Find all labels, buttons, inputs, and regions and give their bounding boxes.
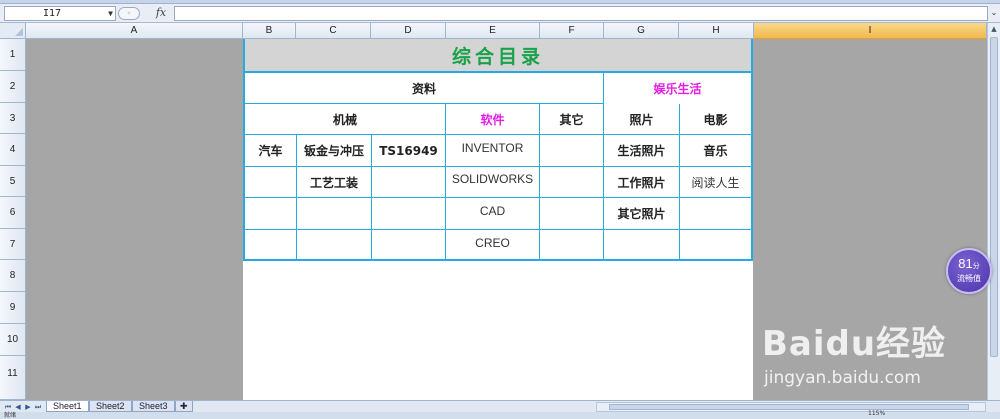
status-bar: 就绪 115% <box>0 410 1000 419</box>
name-box[interactable]: I17 ▼ <box>4 6 116 21</box>
row-header-5[interactable]: 5 <box>0 166 26 197</box>
formula-bar: I17 ▼ ◦ fx ⌄ <box>0 4 1000 23</box>
row-header-6[interactable]: 6 <box>0 197 26 229</box>
group-ziliao: 资料 <box>411 81 436 96</box>
cell-ts16949: TS16949 <box>379 143 438 158</box>
column-header-f[interactable]: F <box>540 23 604 39</box>
row-header-11[interactable]: 11 <box>0 356 26 400</box>
cell-cad: CAD <box>479 203 506 218</box>
cell-gongyi: 工艺工装 <box>309 175 358 190</box>
horizontal-scrollbar[interactable] <box>596 402 986 412</box>
tab-sheet3[interactable]: Sheet3 <box>132 401 175 412</box>
column-header-e[interactable]: E <box>446 23 540 39</box>
column-header-d[interactable]: D <box>371 23 446 39</box>
expand-formula-bar-icon[interactable]: ⌄ <box>989 6 999 21</box>
fluency-score-badge[interactable]: 81分 流畅值 <box>946 248 992 294</box>
formula-input[interactable] <box>174 6 988 21</box>
header-jixie: 机械 <box>332 112 357 127</box>
cell-qita-zhaopian: 其它照片 <box>617 207 666 221</box>
vertical-scroll-thumb[interactable] <box>990 37 998 357</box>
row-header-1[interactable]: 1 <box>0 39 26 71</box>
border-line <box>751 39 753 261</box>
row-header-9[interactable]: 9 <box>0 292 26 324</box>
header-ruanjian: 软件 <box>480 112 505 127</box>
group-yule: 娱乐生活 <box>653 81 702 96</box>
border-line <box>243 259 753 261</box>
vertical-scrollbar[interactable]: ▲ <box>987 23 1000 400</box>
column-header-a[interactable]: A <box>26 23 243 39</box>
tab-sheet2[interactable]: Sheet2 <box>89 401 132 412</box>
header-zhaopian: 照片 <box>629 112 654 127</box>
header-qita: 其它 <box>559 112 584 127</box>
insert-function-button[interactable]: fx <box>150 6 172 21</box>
chevron-down-icon[interactable]: ▼ <box>108 7 113 20</box>
column-header-h[interactable]: H <box>679 23 754 39</box>
cell-inventor: INVENTOR <box>461 140 524 155</box>
cell-yuedu: 阅读人生 <box>691 175 740 190</box>
insert-sheet-icon[interactable]: ✚ <box>175 401 193 412</box>
tab-sheet1[interactable]: Sheet1 <box>46 401 89 412</box>
cell-yinyue: 音乐 <box>703 144 728 158</box>
formula-controls-button[interactable]: ◦ <box>118 7 140 20</box>
fluency-score-unit: 分 <box>972 263 980 270</box>
worksheet-grid[interactable]: A B C D E F G H I 1 2 3 4 5 6 7 8 9 10 1… <box>0 23 987 400</box>
sheet-tab-bar: ⏮ ◀ ▶ ⏭ Sheet1 Sheet2 Sheet3 ✚ <box>0 400 1000 412</box>
row-header-8[interactable]: 8 <box>0 260 26 292</box>
cell-shenghuo-zhaopian: 生活照片 <box>617 144 666 158</box>
scroll-up-icon[interactable]: ▲ <box>988 23 1000 35</box>
row-header-4[interactable]: 4 <box>0 134 26 166</box>
column-header-i[interactable]: I <box>754 23 987 39</box>
name-box-value: I17 <box>43 8 62 19</box>
fluency-score-value: 81 <box>958 256 973 271</box>
status-ready: 就绪 <box>4 412 17 419</box>
next-sheet-icon[interactable]: ▶ <box>23 402 33 412</box>
cell-banjin: 钣金与冲压 <box>303 144 364 158</box>
zoom-level[interactable]: 115% <box>868 410 885 417</box>
column-header-c[interactable]: C <box>296 23 371 39</box>
horizontal-scroll-thumb[interactable] <box>609 404 969 410</box>
last-sheet-icon[interactable]: ⏭ <box>33 402 43 412</box>
select-all-corner[interactable] <box>0 23 26 39</box>
cell-creo: CREO <box>475 235 510 250</box>
cell-qiche: 汽车 <box>258 144 283 158</box>
directory-sheet: 综合目录 资料 娱乐生活 机械 软件 其它 照片 电影 汽车 钣金与冲压 TS1… <box>243 39 753 400</box>
row-header-2[interactable]: 2 <box>0 71 26 103</box>
cell-solidworks: SOLIDWORKS <box>451 172 534 186</box>
row-header-10[interactable]: 10 <box>0 324 26 356</box>
fluency-score-label: 流畅值 <box>957 274 981 283</box>
column-header-b[interactable]: B <box>243 23 296 39</box>
cell-gongzuo-zhaopian: 工作照片 <box>617 175 666 190</box>
directory-title: 综合目录 <box>245 39 751 71</box>
row-header-3[interactable]: 3 <box>0 103 26 134</box>
row-header-7[interactable]: 7 <box>0 229 26 260</box>
column-header-g[interactable]: G <box>604 23 679 39</box>
header-dianying: 电影 <box>703 112 728 127</box>
